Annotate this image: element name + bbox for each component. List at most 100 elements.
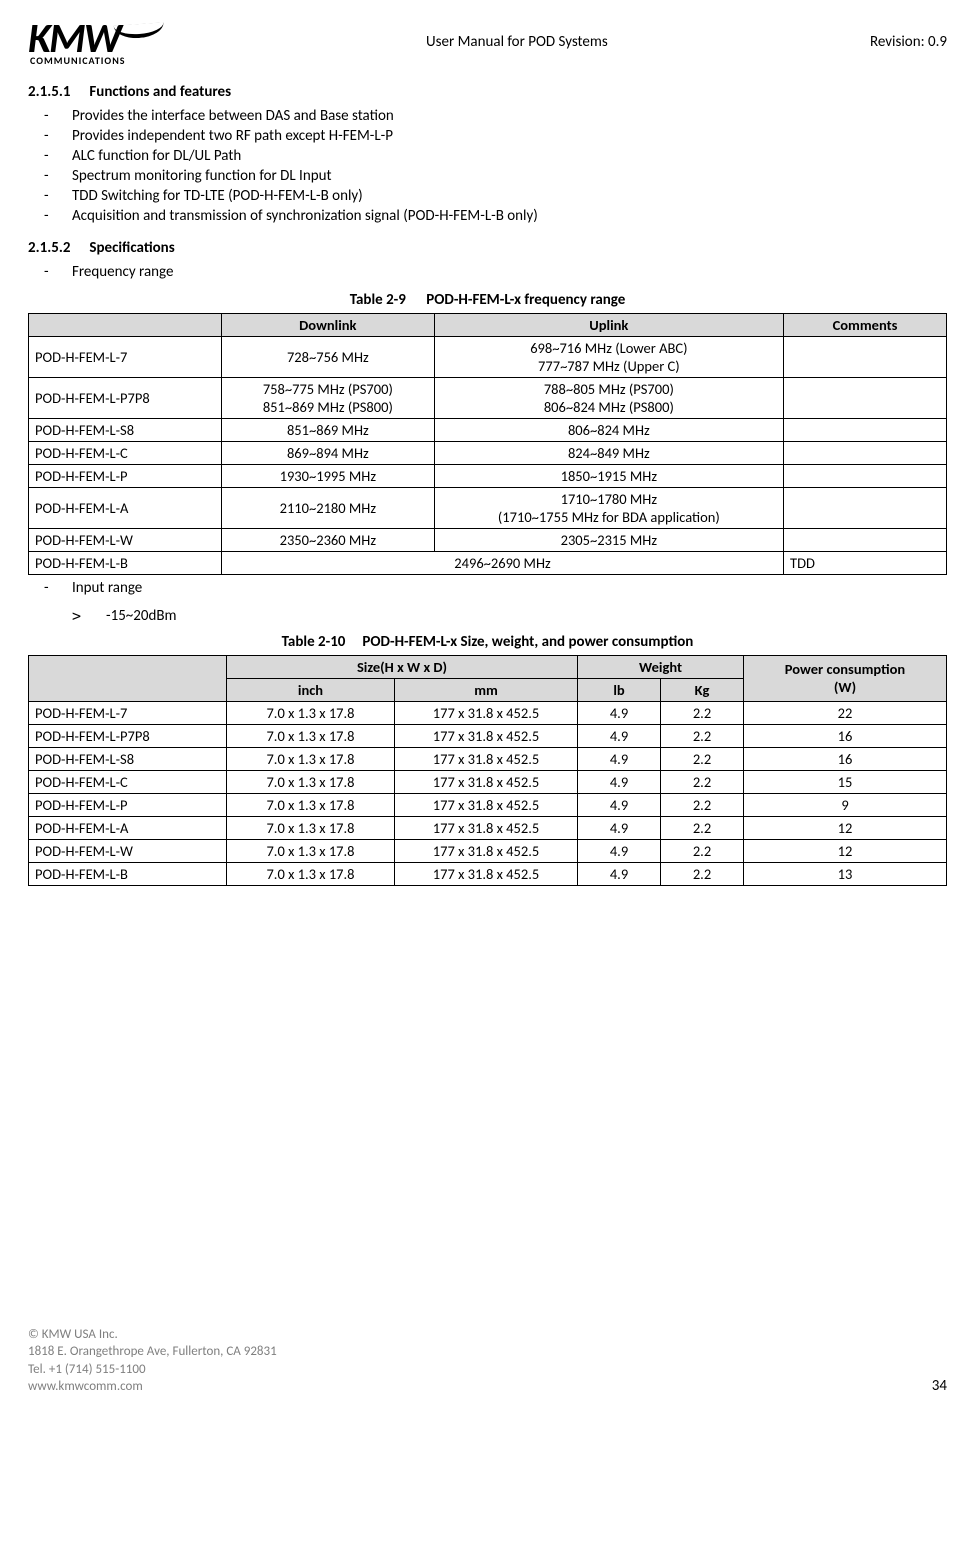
caption-title: POD-H-FEM-L-x Size, weight, and power co… xyxy=(362,633,693,651)
footer-line: 1818 E. Orangethrope Ave, Fullerton, CA … xyxy=(28,1343,277,1361)
cell-lb: 4.9 xyxy=(578,701,661,724)
cell-downlink: 2350~2360 MHz xyxy=(222,528,435,551)
logo-subtext: COMMUNICATIONS xyxy=(30,56,126,65)
cell-downlink: 758~775 MHz (PS700) 851~869 MHz (PS800) xyxy=(222,377,435,418)
size-weight-table: Size(H x W x D) Weight Power consumption… xyxy=(28,655,947,886)
logo-text: KMW xyxy=(28,20,120,58)
logo-swoosh-icon xyxy=(113,22,164,39)
cell-name: POD-H-FEM-L-C xyxy=(29,441,222,464)
cell-name: POD-H-FEM-L-P xyxy=(29,464,222,487)
table-row: POD-H-FEM-L-P1930~1995 MHz1850~1915 MHz xyxy=(29,464,947,487)
cell-mm: 177 x 31.8 x 452.5 xyxy=(395,816,578,839)
cell-lb: 4.9 xyxy=(578,770,661,793)
cell-comments xyxy=(784,464,947,487)
cell-downlink: 1930~1995 MHz xyxy=(222,464,435,487)
list-item: Acquisition and transmission of synchron… xyxy=(66,207,947,225)
cell-mm: 177 x 31.8 x 452.5 xyxy=(395,747,578,770)
cell-power: 22 xyxy=(744,701,947,724)
cell-comments xyxy=(784,528,947,551)
cell-dlul: 2496~2690 MHz xyxy=(222,551,784,574)
table-row: POD-H-FEM-L-W7.0 x 1.3 x 17.8177 x 31.8 … xyxy=(29,839,947,862)
section-specs-heading: 2.1.5.2 Specifications xyxy=(28,239,947,257)
cell-inch: 7.0 x 1.3 x 17.8 xyxy=(227,724,395,747)
table-row: POD-H-FEM-L-S8851~869 MHz806~824 MHz xyxy=(29,418,947,441)
table-row: POD-H-FEM-L-C869~894 MHz824~849 MHz xyxy=(29,441,947,464)
table-header-mm: mm xyxy=(395,678,578,701)
cell-downlink: 869~894 MHz xyxy=(222,441,435,464)
cell-name: POD-H-FEM-L-P xyxy=(29,793,227,816)
cell-name: POD-H-FEM-L-B xyxy=(29,551,222,574)
logo: KMW COMMUNICATIONS xyxy=(28,20,164,65)
cell-name: POD-H-FEM-L-P7P8 xyxy=(29,377,222,418)
list-item: Provides the interface between DAS and B… xyxy=(66,107,947,125)
cell-comments xyxy=(784,487,947,528)
cell-inch: 7.0 x 1.3 x 17.8 xyxy=(227,839,395,862)
table-row: POD-H-FEM-L-P7P8758~775 MHz (PS700) 851~… xyxy=(29,377,947,418)
cell-name: POD-H-FEM-L-A xyxy=(29,816,227,839)
table-row: POD-H-FEM-L-B2496~2690 MHzTDD xyxy=(29,551,947,574)
cell-name: POD-H-FEM-L-P7P8 xyxy=(29,724,227,747)
cell-name: POD-H-FEM-L-7 xyxy=(29,336,222,377)
table-row: POD-H-FEM-L-77.0 x 1.3 x 17.8177 x 31.8 … xyxy=(29,701,947,724)
cell-comments xyxy=(784,418,947,441)
table-row: POD-H-FEM-L-S87.0 x 1.3 x 17.8177 x 31.8… xyxy=(29,747,947,770)
section-number: 2.1.5.1 xyxy=(28,83,86,101)
cell-name: POD-H-FEM-L-S8 xyxy=(29,418,222,441)
page-header: KMW COMMUNICATIONS User Manual for POD S… xyxy=(28,20,947,65)
cell-downlink: 2110~2180 MHz xyxy=(222,487,435,528)
cell-comments xyxy=(784,441,947,464)
cell-kg: 2.2 xyxy=(661,724,744,747)
list-item: Input range xyxy=(66,579,947,597)
table-row: POD-H-FEM-L-P7P87.0 x 1.3 x 17.8177 x 31… xyxy=(29,724,947,747)
table-header-lb: lb xyxy=(578,678,661,701)
table-header-downlink: Downlink xyxy=(222,313,435,336)
cell-downlink: 851~869 MHz xyxy=(222,418,435,441)
cell-lb: 4.9 xyxy=(578,862,661,885)
cell-inch: 7.0 x 1.3 x 17.8 xyxy=(227,816,395,839)
cell-lb: 4.9 xyxy=(578,747,661,770)
footer-text: © KMW USA Inc. 1818 E. Orangethrope Ave,… xyxy=(28,1326,277,1396)
cell-lb: 4.9 xyxy=(578,839,661,862)
cell-kg: 2.2 xyxy=(661,862,744,885)
cell-uplink: 698~716 MHz (Lower ABC) 777~787 MHz (Upp… xyxy=(434,336,783,377)
cell-mm: 177 x 31.8 x 452.5 xyxy=(395,770,578,793)
cell-power: 9 xyxy=(744,793,947,816)
cell-downlink: 728~756 MHz xyxy=(222,336,435,377)
cell-uplink: 806~824 MHz xyxy=(434,418,783,441)
cell-kg: 2.2 xyxy=(661,770,744,793)
table-row: POD-H-FEM-L-W2350~2360 MHz2305~2315 MHz xyxy=(29,528,947,551)
cell-power: 13 xyxy=(744,862,947,885)
section-title: Specifications xyxy=(89,239,174,257)
cell-name: POD-H-FEM-L-B xyxy=(29,862,227,885)
table-row: POD-H-FEM-L-A2110~2180 MHz1710~1780 MHz … xyxy=(29,487,947,528)
cell-kg: 2.2 xyxy=(661,747,744,770)
table1-caption: Table 2-9 POD-H-FEM-L-x frequency range xyxy=(28,291,947,309)
cell-power: 12 xyxy=(744,839,947,862)
footer-line: Tel. +1 (714) 515-1100 xyxy=(28,1361,277,1379)
cell-name: POD-H-FEM-L-S8 xyxy=(29,747,227,770)
cell-uplink: 1710~1780 MHz (1710~1755 MHz for BDA app… xyxy=(434,487,783,528)
cell-power: 15 xyxy=(744,770,947,793)
doc-title: User Manual for POD Systems xyxy=(164,33,870,51)
cell-mm: 177 x 31.8 x 452.5 xyxy=(395,701,578,724)
list-item: -15~20dBm xyxy=(106,607,947,625)
cell-name: POD-H-FEM-L-C xyxy=(29,770,227,793)
section-title: Functions and features xyxy=(89,83,231,101)
table-header-kg: Kg xyxy=(661,678,744,701)
cell-kg: 2.2 xyxy=(661,701,744,724)
cell-lb: 4.9 xyxy=(578,793,661,816)
footer-line: www.kmwcomm.com xyxy=(28,1378,277,1396)
cell-name: POD-H-FEM-L-W xyxy=(29,528,222,551)
list-item: Frequency range xyxy=(66,263,947,281)
table-header-blank xyxy=(29,313,222,336)
caption-title: POD-H-FEM-L-x frequency range xyxy=(426,291,625,309)
table-header-uplink: Uplink xyxy=(434,313,783,336)
cell-power: 12 xyxy=(744,816,947,839)
cell-mm: 177 x 31.8 x 452.5 xyxy=(395,862,578,885)
page-footer: © KMW USA Inc. 1818 E. Orangethrope Ave,… xyxy=(28,1326,947,1396)
cell-power: 16 xyxy=(744,747,947,770)
revision-label: Revision: 0.9 xyxy=(870,33,947,51)
cell-comments: TDD xyxy=(784,551,947,574)
cell-uplink: 788~805 MHz (PS700) 806~824 MHz (PS800) xyxy=(434,377,783,418)
frequency-table: Downlink Uplink Comments POD-H-FEM-L-772… xyxy=(28,313,947,575)
